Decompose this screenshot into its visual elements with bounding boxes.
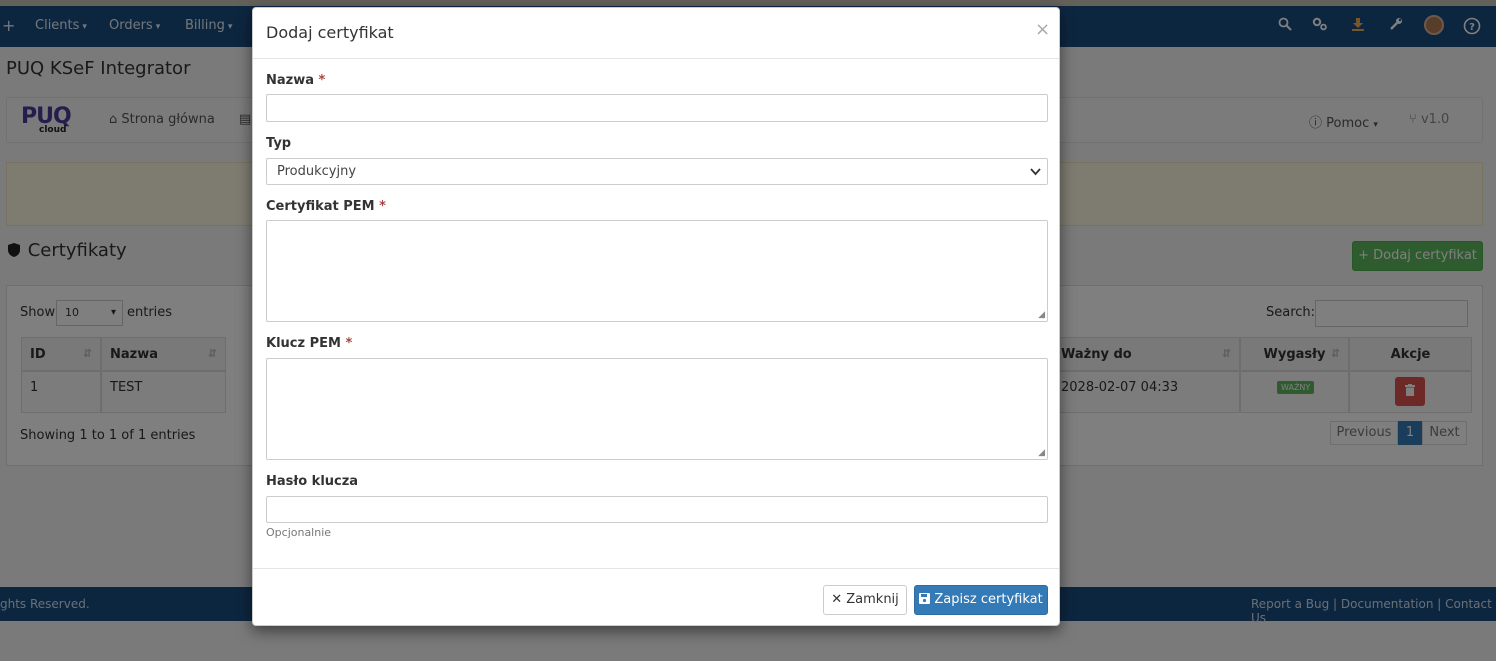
name-label-text: Nazwa (266, 73, 315, 88)
cert-pem-label: Certyfikat PEM * (266, 199, 386, 214)
add-certificate-modal: Dodaj certyfikat × Nazwa * Typ Produkcyj… (252, 7, 1060, 626)
key-pem-label: Klucz PEM * (266, 336, 352, 351)
key-password-input[interactable] (266, 496, 1048, 523)
modal-title: Dodaj certyfikat (266, 23, 394, 42)
type-select-value: Produkcyjny (277, 164, 357, 179)
close-button[interactable]: ✕ Zamknij (823, 585, 907, 615)
required-marker: * (379, 199, 386, 214)
required-marker: * (318, 73, 326, 88)
modal-header: Dodaj certyfikat × (253, 8, 1059, 59)
key-pem-textarea[interactable]: ◢ (266, 358, 1048, 460)
modal-footer: ✕ Zamknij Zapisz certyfikat (253, 568, 1059, 627)
name-input[interactable] (266, 94, 1048, 122)
close-button-label: Zamknij (846, 592, 899, 607)
type-label: Typ (266, 136, 292, 151)
cert-pem-label-text: Certyfikat PEM (266, 199, 375, 214)
required-marker: * (345, 336, 353, 351)
save-icon (919, 592, 934, 607)
close-icon[interactable]: × (1035, 19, 1050, 40)
resize-grip-icon[interactable]: ◢ (1038, 310, 1045, 320)
cert-pem-textarea[interactable]: ◢ (266, 220, 1048, 322)
key-password-label: Hasło klucza (266, 474, 359, 489)
name-label: Nazwa * (266, 73, 325, 88)
close-icon: ✕ (831, 592, 843, 607)
save-certificate-button[interactable]: Zapisz certyfikat (914, 585, 1048, 615)
chevron-down-icon (1030, 159, 1041, 193)
key-pem-label-text: Klucz PEM (266, 336, 341, 351)
save-button-label: Zapisz certyfikat (934, 592, 1043, 607)
type-select[interactable]: Produkcyjny (266, 158, 1048, 185)
resize-grip-icon[interactable]: ◢ (1038, 448, 1045, 458)
key-password-hint: Opcjonalnie (266, 526, 332, 539)
